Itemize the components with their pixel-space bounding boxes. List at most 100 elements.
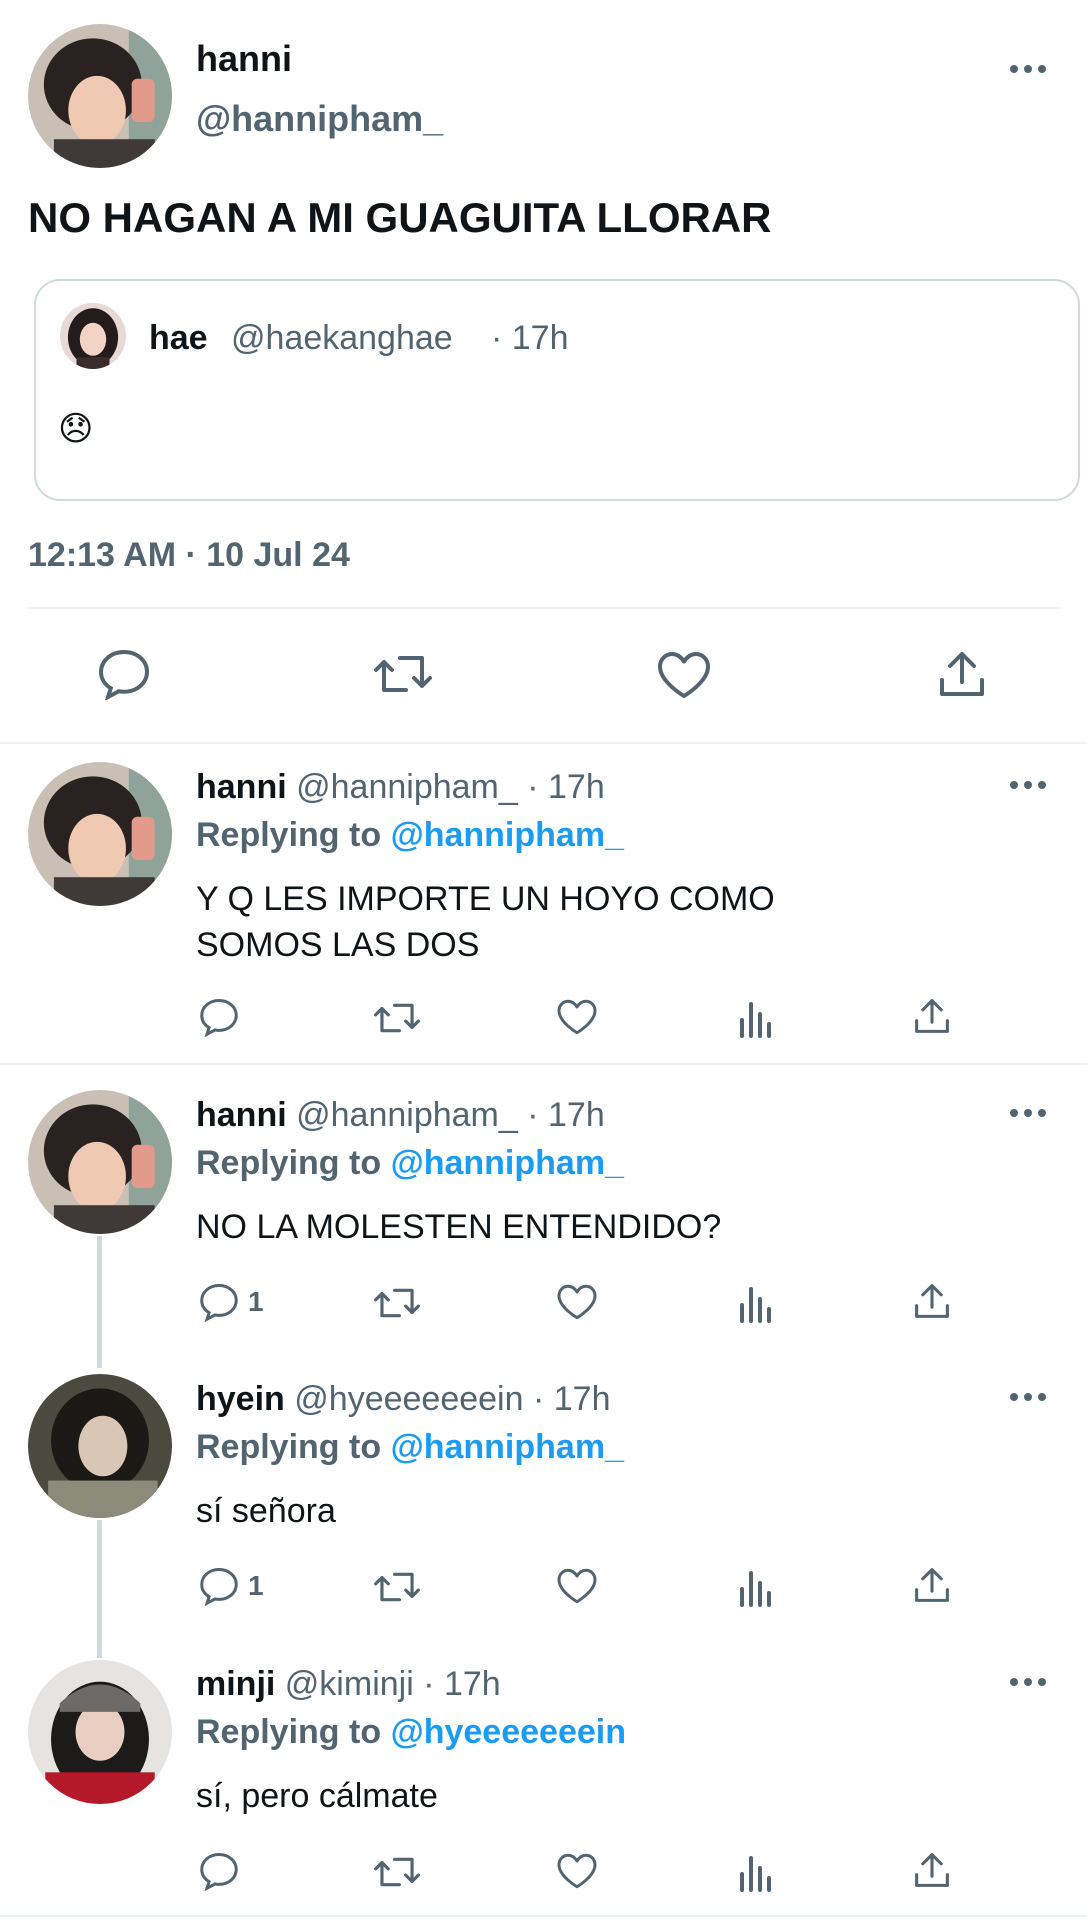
more-icon[interactable] <box>1010 1108 1046 1118</box>
tweet-text-line: SOMOS LAS DOS <box>196 926 480 964</box>
handle[interactable]: @hyeeeeeeein <box>294 1380 523 1418</box>
reply-header: minji @kiminji · 17h <box>196 1665 501 1704</box>
display-name[interactable]: hyein <box>196 1380 285 1418</box>
reply-icon <box>200 1567 238 1606</box>
replying-to-label: Replying to <box>196 1713 382 1751</box>
avatar <box>60 303 126 369</box>
retweet-icon <box>374 656 432 692</box>
more-icon[interactable] <box>1010 64 1046 74</box>
display-name[interactable]: minji <box>196 1665 275 1703</box>
share-button[interactable] <box>912 1281 952 1321</box>
tweet-text: NO HAGAN A MI GUAGUITA LLORAR <box>28 194 772 241</box>
replying-to: Replying to @hyeeeeeeein <box>196 1713 626 1752</box>
divider <box>28 607 1060 609</box>
display-name[interactable]: hanni <box>196 38 292 80</box>
reply-button[interactable] <box>198 1851 248 1891</box>
divider <box>0 1063 1087 1065</box>
reply-icon <box>200 1283 238 1322</box>
reply-button[interactable] <box>198 997 248 1037</box>
avatar[interactable] <box>28 762 172 906</box>
like-button[interactable] <box>556 998 598 1036</box>
more-icon[interactable] <box>1010 1392 1046 1402</box>
views-button[interactable] <box>738 998 774 1038</box>
reply-header: hanni @hannipham_ · 17h <box>196 1096 605 1135</box>
retweet-icon <box>374 1857 420 1887</box>
reply-button[interactable]: 1 <box>198 1282 264 1322</box>
more-icon[interactable] <box>1010 1677 1046 1687</box>
tweet-text-line: Y Q LES IMPORTE UN HOYO COMO <box>196 880 775 918</box>
avatar[interactable] <box>28 1090 172 1234</box>
retweet-button[interactable] <box>372 999 422 1037</box>
reply-icon <box>98 649 150 700</box>
avatar[interactable] <box>28 1374 172 1518</box>
tweet-time: · 17h <box>423 1665 501 1703</box>
reply-icon <box>200 998 238 1037</box>
replying-to: Replying to @hannipham_ <box>196 1428 624 1467</box>
quoted-handle: @haekanghae <box>231 319 453 357</box>
like-button[interactable] <box>556 1283 598 1321</box>
retweet-button[interactable] <box>372 1568 422 1606</box>
handle[interactable]: @hannipham_ <box>196 98 443 140</box>
tweet-text: sí, pero cálmate <box>196 1773 438 1819</box>
tweet-timestamp: 12:13 AM · 10 Jul 24 <box>28 536 350 574</box>
share-button[interactable] <box>912 1565 952 1605</box>
like-button[interactable] <box>656 650 712 700</box>
share-icon <box>915 999 949 1033</box>
replying-to-link[interactable]: @hannipham_ <box>391 816 624 854</box>
like-icon <box>658 652 710 698</box>
views-icon <box>740 1856 771 1892</box>
quoted-display-name: hae <box>149 319 208 357</box>
reply-button[interactable] <box>96 648 152 700</box>
avatar[interactable] <box>28 24 172 168</box>
reply-header: hyein @hyeeeeeeein · 17h <box>196 1380 610 1419</box>
quoted-tweet[interactable]: hae @haekanghae · 17h 😞 <box>34 279 1080 501</box>
retweet-button[interactable] <box>372 1284 422 1322</box>
tweet-time: · 17h <box>527 768 605 806</box>
views-button[interactable] <box>738 1567 774 1607</box>
retweet-icon <box>374 1288 420 1318</box>
tweet-time: · 17h <box>527 1096 605 1134</box>
share-button[interactable] <box>936 648 988 700</box>
reply-count: 1 <box>248 1570 264 1601</box>
views-icon <box>740 1571 771 1607</box>
views-button[interactable] <box>738 1852 774 1892</box>
tweet-text: Y Q LES IMPORTE UN HOYO COMO SOMOS LAS D… <box>196 876 775 968</box>
tweet-text: sí señora <box>196 1488 336 1534</box>
replying-to-link[interactable]: @hyeeeeeeein <box>391 1713 626 1751</box>
replying-to-label: Replying to <box>196 1428 382 1466</box>
like-button[interactable] <box>556 1852 598 1890</box>
views-button[interactable] <box>738 1283 774 1323</box>
display-name[interactable]: hanni <box>196 1096 287 1134</box>
like-icon <box>557 1568 597 1604</box>
handle[interactable]: @kiminji <box>285 1665 414 1703</box>
replying-to: Replying to @hannipham_ <box>196 1144 624 1183</box>
share-button[interactable] <box>912 996 952 1036</box>
reply-icon <box>200 1852 238 1891</box>
like-button[interactable] <box>556 1567 598 1605</box>
retweet-button[interactable] <box>372 650 434 698</box>
tweet-time: · 17h <box>532 1380 611 1418</box>
retweet-button[interactable] <box>372 1853 422 1891</box>
reply-header: hanni @hannipham_ · 17h <box>196 768 605 807</box>
replying-to-link[interactable]: @hannipham_ <box>391 1144 624 1182</box>
thread-line <box>97 1236 102 1368</box>
tweet-text-line: NO LA MOLESTEN ENTENDIDO? <box>196 1208 722 1246</box>
reply-button[interactable]: 1 <box>198 1566 264 1606</box>
retweet-icon <box>374 1572 420 1602</box>
avatar[interactable] <box>28 1660 172 1804</box>
share-button[interactable] <box>912 1850 952 1890</box>
replying-to-link[interactable]: @hannipham_ <box>391 1428 624 1466</box>
more-icon[interactable] <box>1010 780 1046 790</box>
like-icon <box>557 1284 597 1320</box>
quoted-time: · 17h <box>491 319 569 357</box>
handle[interactable]: @hannipham_ <box>296 768 518 806</box>
share-icon <box>915 1568 949 1602</box>
like-icon <box>557 1853 597 1889</box>
tweet-text-line: sí, pero cálmate <box>196 1777 438 1815</box>
like-icon <box>557 999 597 1035</box>
share-icon <box>915 1284 949 1318</box>
replying-to-label: Replying to <box>196 1144 382 1182</box>
handle[interactable]: @hannipham_ <box>296 1096 518 1134</box>
tweet-text-line: sí señora <box>196 1492 336 1530</box>
display-name[interactable]: hanni <box>196 768 287 806</box>
